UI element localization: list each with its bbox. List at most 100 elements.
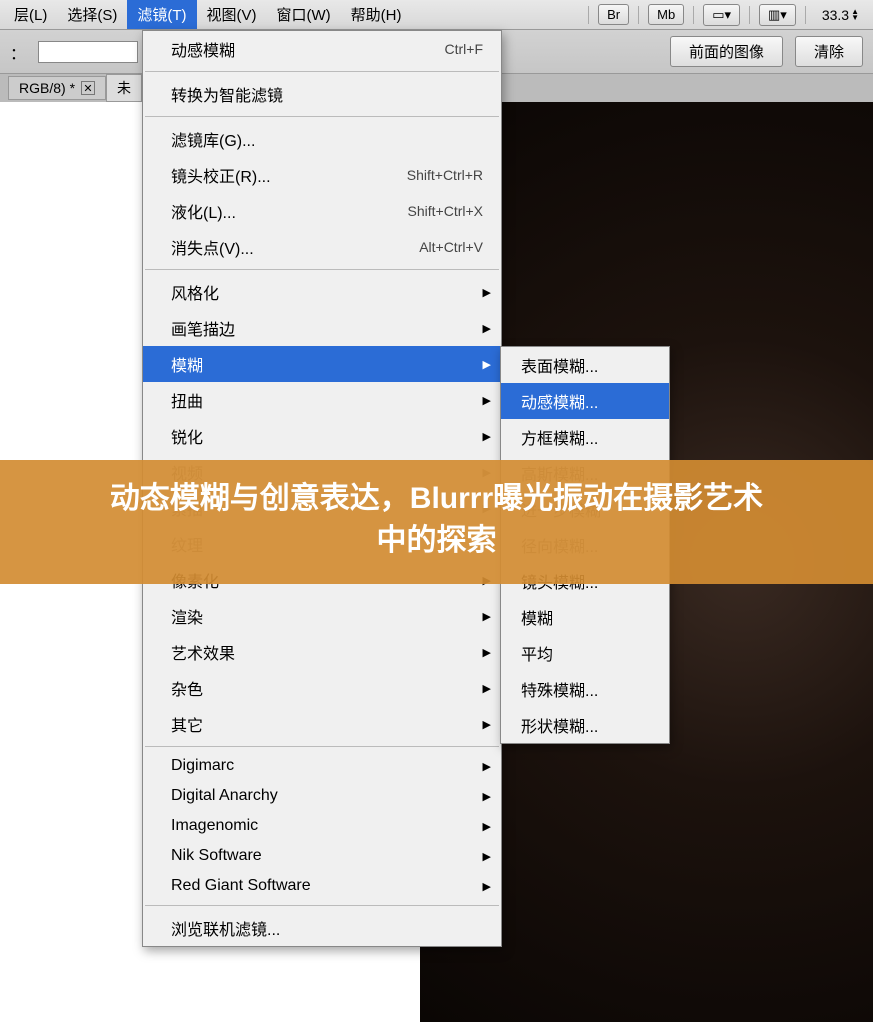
menu-item[interactable]: 其它▶ — [143, 706, 501, 742]
zoom-stepper-icon[interactable]: ▲▼ — [851, 9, 859, 21]
separator — [693, 6, 694, 24]
menu-view[interactable]: 视图(V) — [197, 0, 267, 29]
menu-item-label: 镜头校正(R)... — [171, 163, 407, 187]
menu-separator — [145, 71, 499, 72]
submenu-item[interactable]: 形状模糊... — [501, 707, 669, 743]
submenu-arrow-icon: ▶ — [483, 790, 491, 803]
submenu-arrow-icon: ▶ — [483, 394, 491, 407]
menu-item[interactable]: Imagenomic▶ — [143, 811, 501, 841]
submenu-arrow-icon: ▶ — [483, 646, 491, 659]
menu-item[interactable]: 镜头校正(R)...Shift+Ctrl+R — [143, 157, 501, 193]
arrange-button[interactable]: ▥▾ — [759, 4, 796, 26]
menu-select[interactable]: 选择(S) — [57, 0, 127, 29]
menu-item[interactable]: 艺术效果▶ — [143, 634, 501, 670]
menu-item[interactable]: 模糊▶ — [143, 346, 501, 382]
document-tab-partial[interactable]: 未 — [106, 74, 142, 102]
menu-item[interactable]: Red Giant Software▶ — [143, 871, 501, 901]
menu-item-shortcut: Alt+Ctrl+V — [419, 239, 483, 255]
overlay-line1: 动态模糊与创意表达，Blurrr曝光振动在摄影艺术 — [30, 478, 843, 520]
menu-item-shortcut: Ctrl+F — [445, 41, 484, 57]
menu-item[interactable]: 液化(L)...Shift+Ctrl+X — [143, 193, 501, 229]
submenu-item[interactable]: 模糊 — [501, 599, 669, 635]
menu-separator — [145, 116, 499, 117]
menu-separator — [145, 746, 499, 747]
menu-item[interactable]: 杂色▶ — [143, 670, 501, 706]
menu-item-label: 模糊 — [171, 352, 483, 376]
menu-item[interactable]: 锐化▶ — [143, 418, 501, 454]
menu-item-label: 锐化 — [171, 424, 483, 448]
menu-item-label: 渲染 — [171, 604, 483, 628]
menu-item[interactable]: Nik Software▶ — [143, 841, 501, 871]
menu-item-label: Digital Anarchy — [171, 787, 483, 805]
zoom-control[interactable]: 33.3 ▲▼ — [822, 7, 859, 23]
menu-item[interactable]: 消失点(V)...Alt+Ctrl+V — [143, 229, 501, 265]
separator — [588, 6, 589, 24]
clear-button[interactable]: 清除 — [795, 36, 863, 67]
menu-item[interactable]: 画笔描边▶ — [143, 310, 501, 346]
submenu-arrow-icon: ▶ — [483, 718, 491, 731]
front-image-button[interactable]: 前面的图像 — [670, 36, 783, 67]
document-tab[interactable]: RGB/8) * ✕ — [8, 76, 106, 100]
menu-item-label: 画笔描边 — [171, 316, 483, 340]
menu-item-label: 扭曲 — [171, 388, 483, 412]
submenu-item[interactable]: 平均 — [501, 635, 669, 671]
submenu-arrow-icon: ▶ — [483, 430, 491, 443]
menu-item-label: 转换为智能滤镜 — [171, 82, 483, 106]
menu-separator — [145, 269, 499, 270]
menu-item-label: Red Giant Software — [171, 877, 483, 895]
close-icon[interactable]: ✕ — [81, 81, 95, 95]
menu-item[interactable]: 滤镜库(G)... — [143, 121, 501, 157]
menu-item[interactable]: 风格化▶ — [143, 274, 501, 310]
menu-item[interactable]: Digimarc▶ — [143, 751, 501, 781]
menu-item-label: Digimarc — [171, 757, 483, 775]
submenu-arrow-icon: ▶ — [483, 358, 491, 371]
submenu-arrow-icon: ▶ — [483, 820, 491, 833]
menubar: 层(L) 选择(S) 滤镜(T) 视图(V) 窗口(W) 帮助(H) Br Mb… — [0, 0, 873, 30]
menu-help[interactable]: 帮助(H) — [341, 0, 412, 29]
option-input[interactable] — [38, 41, 138, 63]
menu-item-label: 杂色 — [171, 676, 483, 700]
tab-label: RGB/8) * — [19, 80, 75, 96]
menu-item-label: 消失点(V)... — [171, 235, 419, 259]
menu-item[interactable]: 转换为智能滤镜 — [143, 76, 501, 112]
separator — [638, 6, 639, 24]
zoom-value: 33.3 — [822, 7, 849, 23]
menu-item[interactable]: 动感模糊Ctrl+F — [143, 31, 501, 67]
menu-window[interactable]: 窗口(W) — [267, 0, 341, 29]
menu-item-label: 风格化 — [171, 280, 483, 304]
overlay-line2: 中的探索 — [30, 520, 843, 562]
submenu-arrow-icon: ▶ — [483, 286, 491, 299]
menu-item-label: 液化(L)... — [171, 199, 408, 223]
menu-item-label: 其它 — [171, 712, 483, 736]
mb-button[interactable]: Mb — [648, 4, 684, 25]
menu-item[interactable]: 渲染▶ — [143, 598, 501, 634]
screen-mode-button[interactable]: ▭▾ — [703, 4, 740, 26]
submenu-item[interactable]: 特殊模糊... — [501, 671, 669, 707]
menu-item-label: Imagenomic — [171, 817, 483, 835]
submenu-arrow-icon: ▶ — [483, 880, 491, 893]
menu-item-label: 动感模糊 — [171, 37, 445, 61]
submenu-item[interactable]: 动感模糊... — [501, 383, 669, 419]
menu-item-label: 艺术效果 — [171, 640, 483, 664]
menu-item[interactable]: Digital Anarchy▶ — [143, 781, 501, 811]
menu-separator — [145, 905, 499, 906]
menu-item-label: Nik Software — [171, 847, 483, 865]
menu-filter[interactable]: 滤镜(T) — [127, 0, 196, 29]
watermark-overlay: 动态模糊与创意表达，Blurrr曝光振动在摄影艺术 中的探索 — [0, 460, 873, 584]
separator — [805, 6, 806, 24]
menu-item[interactable]: 浏览联机滤镜... — [143, 910, 501, 946]
menu-layer[interactable]: 层(L) — [4, 0, 57, 29]
separator — [749, 6, 750, 24]
option-label: ： — [10, 40, 26, 64]
submenu-item[interactable]: 表面模糊... — [501, 347, 669, 383]
submenu-item[interactable]: 方框模糊... — [501, 419, 669, 455]
submenu-arrow-icon: ▶ — [483, 850, 491, 863]
submenu-arrow-icon: ▶ — [483, 682, 491, 695]
menu-item-label: 浏览联机滤镜... — [171, 916, 483, 940]
menu-item[interactable]: 扭曲▶ — [143, 382, 501, 418]
menu-item-shortcut: Shift+Ctrl+R — [407, 167, 483, 183]
bridge-button[interactable]: Br — [598, 4, 629, 25]
submenu-arrow-icon: ▶ — [483, 322, 491, 335]
submenu-arrow-icon: ▶ — [483, 610, 491, 623]
menu-item-label: 滤镜库(G)... — [171, 127, 483, 151]
